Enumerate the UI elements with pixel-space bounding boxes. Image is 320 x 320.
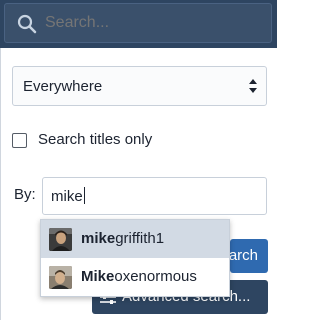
- header-search-bar: [0, 0, 277, 48]
- autocomplete-username: Mikeoxenormous: [81, 268, 197, 285]
- user-avatar-photo: [49, 228, 72, 251]
- search-button[interactable]: Search: [230, 239, 268, 273]
- autocomplete-item[interactable]: Mikeoxenormous: [41, 258, 229, 296]
- titles-only-option[interactable]: Search titles only: [12, 130, 212, 152]
- text-cursor: [83, 187, 85, 204]
- titles-only-checkbox[interactable]: [12, 133, 27, 148]
- search-input[interactable]: [45, 14, 265, 32]
- by-member-label: By:: [14, 186, 36, 203]
- autocomplete-username: mikegriffith1: [81, 230, 165, 247]
- search-scope-value: Everywhere: [23, 78, 103, 95]
- member-autocomplete: mikegriffith1 Mikeoxenormous: [40, 219, 230, 297]
- panel-border: [0, 48, 1, 320]
- select-caret-icon: [249, 79, 257, 93]
- search-icon: [17, 14, 37, 34]
- search-button-label: Search: [230, 247, 258, 264]
- search-menu: Everywhere Search titles only By: mike S…: [0, 0, 277, 320]
- search-field[interactable]: [4, 3, 272, 43]
- search-scope-select[interactable]: Everywhere: [12, 66, 267, 106]
- autocomplete-item[interactable]: mikegriffith1: [41, 220, 229, 258]
- by-member-input[interactable]: mike: [42, 177, 267, 215]
- titles-only-label: Search titles only: [38, 131, 153, 148]
- by-member-value: mike: [51, 187, 85, 205]
- user-avatar-photo: [49, 266, 72, 289]
